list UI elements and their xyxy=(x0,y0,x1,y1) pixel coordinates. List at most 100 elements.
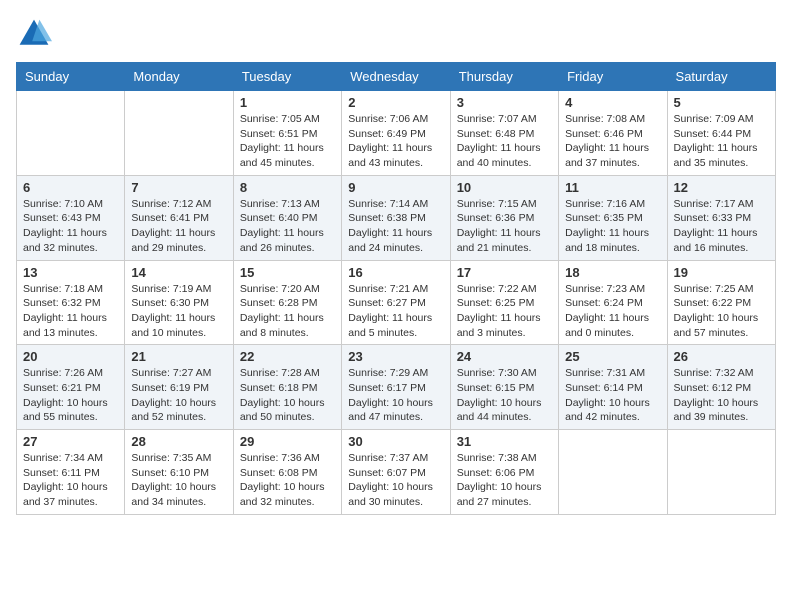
day-number: 28 xyxy=(131,434,226,449)
weekday-header-friday: Friday xyxy=(559,63,667,91)
calendar-cell: 10 Sunrise: 7:15 AM Sunset: 6:36 PM Dayli… xyxy=(450,175,558,260)
day-info: Sunrise: 7:19 AM Sunset: 6:30 PM Dayligh… xyxy=(131,282,226,341)
day-number: 11 xyxy=(565,180,660,195)
day-info: Sunrise: 7:23 AM Sunset: 6:24 PM Dayligh… xyxy=(565,282,660,341)
day-info: Sunrise: 7:07 AM Sunset: 6:48 PM Dayligh… xyxy=(457,112,552,171)
day-info: Sunrise: 7:16 AM Sunset: 6:35 PM Dayligh… xyxy=(565,197,660,256)
weekday-header-sunday: Sunday xyxy=(17,63,125,91)
day-number: 4 xyxy=(565,95,660,110)
day-number: 6 xyxy=(23,180,118,195)
calendar-cell: 9 Sunrise: 7:14 AM Sunset: 6:38 PM Daylig… xyxy=(342,175,450,260)
day-number: 13 xyxy=(23,265,118,280)
calendar-cell: 1 Sunrise: 7:05 AM Sunset: 6:51 PM Daylig… xyxy=(233,91,341,176)
day-info: Sunrise: 7:08 AM Sunset: 6:46 PM Dayligh… xyxy=(565,112,660,171)
logo-icon xyxy=(16,16,52,52)
calendar-cell: 31 Sunrise: 7:38 AM Sunset: 6:06 PM Dayli… xyxy=(450,430,558,515)
day-info: Sunrise: 7:06 AM Sunset: 6:49 PM Dayligh… xyxy=(348,112,443,171)
day-info: Sunrise: 7:09 AM Sunset: 6:44 PM Dayligh… xyxy=(674,112,769,171)
day-number: 23 xyxy=(348,349,443,364)
calendar-cell: 16 Sunrise: 7:21 AM Sunset: 6:27 PM Dayli… xyxy=(342,260,450,345)
calendar-cell: 12Sunrise: 7:17 AM Sunset: 6:33 PM Dayli… xyxy=(667,175,775,260)
day-info: Sunrise: 7:32 AM Sunset: 6:12 PM Dayligh… xyxy=(674,366,769,425)
calendar-cell: 2 Sunrise: 7:06 AM Sunset: 6:49 PM Daylig… xyxy=(342,91,450,176)
calendar-cell: 29Sunrise: 7:36 AM Sunset: 6:08 PM Dayli… xyxy=(233,430,341,515)
day-info: Sunrise: 7:17 AM Sunset: 6:33 PM Dayligh… xyxy=(674,197,769,256)
calendar-cell xyxy=(125,91,233,176)
calendar-cell: 4 Sunrise: 7:08 AM Sunset: 6:46 PM Daylig… xyxy=(559,91,667,176)
calendar-cell: 18 Sunrise: 7:23 AM Sunset: 6:24 PM Dayli… xyxy=(559,260,667,345)
day-number: 25 xyxy=(565,349,660,364)
day-info: Sunrise: 7:12 AM Sunset: 6:41 PM Dayligh… xyxy=(131,197,226,256)
day-info: Sunrise: 7:14 AM Sunset: 6:38 PM Dayligh… xyxy=(348,197,443,256)
day-number: 31 xyxy=(457,434,552,449)
calendar-cell: 15 Sunrise: 7:20 AM Sunset: 6:28 PM Dayli… xyxy=(233,260,341,345)
day-info: Sunrise: 7:05 AM Sunset: 6:51 PM Dayligh… xyxy=(240,112,335,171)
calendar-cell: 25 Sunrise: 7:31 AM Sunset: 6:14 PM Dayli… xyxy=(559,345,667,430)
calendar-cell: 20 Sunrise: 7:26 AM Sunset: 6:21 PM Dayli… xyxy=(17,345,125,430)
logo xyxy=(16,16,56,52)
day-number: 10 xyxy=(457,180,552,195)
day-number: 29 xyxy=(240,434,335,449)
calendar-cell: 26 Sunrise: 7:32 AM Sunset: 6:12 PM Dayli… xyxy=(667,345,775,430)
day-info: Sunrise: 7:27 AM Sunset: 6:19 PM Dayligh… xyxy=(131,366,226,425)
day-info: Sunrise: 7:15 AM Sunset: 6:36 PM Dayligh… xyxy=(457,197,552,256)
calendar-cell: 14 Sunrise: 7:19 AM Sunset: 6:30 PM Dayli… xyxy=(125,260,233,345)
day-number: 16 xyxy=(348,265,443,280)
calendar-cell: 21 Sunrise: 7:27 AM Sunset: 6:19 PM Dayli… xyxy=(125,345,233,430)
week-row-5: 27Sunrise: 7:34 AM Sunset: 6:11 PM Dayli… xyxy=(17,430,776,515)
day-info: Sunrise: 7:21 AM Sunset: 6:27 PM Dayligh… xyxy=(348,282,443,341)
day-number: 24 xyxy=(457,349,552,364)
day-number: 27 xyxy=(23,434,118,449)
page-header xyxy=(16,16,776,52)
day-info: Sunrise: 7:37 AM Sunset: 6:07 PM Dayligh… xyxy=(348,451,443,510)
day-info: Sunrise: 7:30 AM Sunset: 6:15 PM Dayligh… xyxy=(457,366,552,425)
day-info: Sunrise: 7:31 AM Sunset: 6:14 PM Dayligh… xyxy=(565,366,660,425)
day-number: 17 xyxy=(457,265,552,280)
calendar-cell: 28 Sunrise: 7:35 AM Sunset: 6:10 PM Dayli… xyxy=(125,430,233,515)
day-info: Sunrise: 7:25 AM Sunset: 6:22 PM Dayligh… xyxy=(674,282,769,341)
calendar-cell xyxy=(667,430,775,515)
calendar-cell: 8Sunrise: 7:13 AM Sunset: 6:40 PM Daylig… xyxy=(233,175,341,260)
calendar-cell xyxy=(17,91,125,176)
weekday-header-monday: Monday xyxy=(125,63,233,91)
day-number: 9 xyxy=(348,180,443,195)
calendar-cell: 6Sunrise: 7:10 AM Sunset: 6:43 PM Daylig… xyxy=(17,175,125,260)
calendar-cell: 11 Sunrise: 7:16 AM Sunset: 6:35 PM Dayli… xyxy=(559,175,667,260)
day-number: 26 xyxy=(674,349,769,364)
day-number: 19 xyxy=(674,265,769,280)
calendar-cell: 19 Sunrise: 7:25 AM Sunset: 6:22 PM Dayli… xyxy=(667,260,775,345)
day-number: 5 xyxy=(674,95,769,110)
calendar-cell: 23 Sunrise: 7:29 AM Sunset: 6:17 PM Dayli… xyxy=(342,345,450,430)
day-info: Sunrise: 7:38 AM Sunset: 6:06 PM Dayligh… xyxy=(457,451,552,510)
calendar-cell: 3 Sunrise: 7:07 AM Sunset: 6:48 PM Daylig… xyxy=(450,91,558,176)
day-number: 20 xyxy=(23,349,118,364)
weekday-header-tuesday: Tuesday xyxy=(233,63,341,91)
calendar-cell xyxy=(559,430,667,515)
calendar-cell: 17 Sunrise: 7:22 AM Sunset: 6:25 PM Dayli… xyxy=(450,260,558,345)
day-number: 7 xyxy=(131,180,226,195)
calendar-cell: 24 Sunrise: 7:30 AM Sunset: 6:15 PM Dayli… xyxy=(450,345,558,430)
calendar-cell: 13 Sunrise: 7:18 AM Sunset: 6:32 PM Dayli… xyxy=(17,260,125,345)
day-number: 22 xyxy=(240,349,335,364)
day-number: 14 xyxy=(131,265,226,280)
day-number: 30 xyxy=(348,434,443,449)
day-number: 3 xyxy=(457,95,552,110)
weekday-header-row: SundayMondayTuesdayWednesdayThursdayFrid… xyxy=(17,63,776,91)
day-info: Sunrise: 7:29 AM Sunset: 6:17 PM Dayligh… xyxy=(348,366,443,425)
day-info: Sunrise: 7:22 AM Sunset: 6:25 PM Dayligh… xyxy=(457,282,552,341)
day-number: 18 xyxy=(565,265,660,280)
day-info: Sunrise: 7:26 AM Sunset: 6:21 PM Dayligh… xyxy=(23,366,118,425)
weekday-header-wednesday: Wednesday xyxy=(342,63,450,91)
day-info: Sunrise: 7:18 AM Sunset: 6:32 PM Dayligh… xyxy=(23,282,118,341)
day-info: Sunrise: 7:35 AM Sunset: 6:10 PM Dayligh… xyxy=(131,451,226,510)
day-number: 21 xyxy=(131,349,226,364)
calendar-cell: 27Sunrise: 7:34 AM Sunset: 6:11 PM Dayli… xyxy=(17,430,125,515)
day-number: 1 xyxy=(240,95,335,110)
day-info: Sunrise: 7:13 AM Sunset: 6:40 PM Dayligh… xyxy=(240,197,335,256)
calendar-cell: 30 Sunrise: 7:37 AM Sunset: 6:07 PM Dayli… xyxy=(342,430,450,515)
day-info: Sunrise: 7:20 AM Sunset: 6:28 PM Dayligh… xyxy=(240,282,335,341)
day-number: 2 xyxy=(348,95,443,110)
day-info: Sunrise: 7:28 AM Sunset: 6:18 PM Dayligh… xyxy=(240,366,335,425)
calendar-cell: 5 Sunrise: 7:09 AM Sunset: 6:44 PM Daylig… xyxy=(667,91,775,176)
day-number: 15 xyxy=(240,265,335,280)
